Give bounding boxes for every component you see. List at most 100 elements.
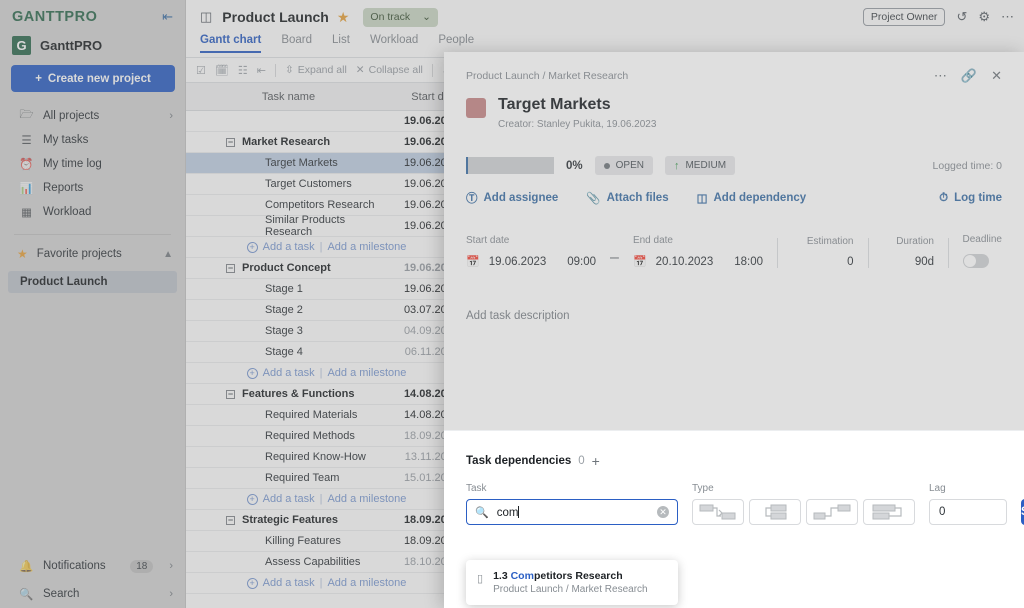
- column-header-task-name[interactable]: Task name: [186, 91, 391, 103]
- dependency-lag-input[interactable]: 0: [929, 499, 1007, 525]
- add-task-icon[interactable]: 🗓: [215, 64, 229, 77]
- tab-people[interactable]: People: [438, 34, 474, 51]
- progress-bar[interactable]: [466, 157, 554, 174]
- sidebar-bottom: 🔔 Notifications 18 › 🔍 Search ›: [0, 552, 185, 608]
- log-time-label: Log time: [954, 192, 1002, 204]
- estimation-field[interactable]: Estimation 0: [792, 236, 854, 268]
- log-time-button[interactable]: ⏱ Log time: [939, 192, 1002, 205]
- breadcrumb[interactable]: Product Launch / Market Research: [466, 70, 628, 82]
- account-switcher[interactable]: G GanttPRO: [0, 34, 185, 65]
- account-logo-icon: G: [12, 36, 31, 55]
- tab-list[interactable]: List: [332, 34, 350, 51]
- sidebar-item-all-projects[interactable]: 🗁 All projects ›: [0, 104, 185, 128]
- status-badge[interactable]: OPEN: [594, 156, 653, 175]
- add-dependency-plus-icon[interactable]: +: [592, 453, 600, 469]
- favorite-projects-section[interactable]: ★ Favorite projects ▲: [0, 243, 185, 265]
- subtask-icon[interactable]: ☷: [238, 64, 248, 77]
- project-status-dropdown[interactable]: On track ⌄: [363, 7, 438, 27]
- task-name-label: Product Concept: [242, 262, 331, 274]
- add-a-task-link[interactable]: Add a task: [263, 577, 315, 589]
- sidebar-item-search[interactable]: 🔍 Search ›: [0, 580, 185, 608]
- sidebar-item-label: Workload: [43, 206, 92, 218]
- task-name-cell: Required Methods: [186, 430, 391, 442]
- suggestion-path: Product Launch / Market Research: [493, 584, 648, 595]
- create-new-project-button[interactable]: + Create new project: [11, 65, 175, 92]
- add-a-milestone-link[interactable]: Add a milestone: [327, 367, 406, 379]
- dependency-type-finish-to-start[interactable]: [692, 499, 744, 525]
- collapse-toggle-icon[interactable]: −: [226, 515, 235, 525]
- indent-icon[interactable]: ⇤: [257, 64, 266, 77]
- add-a-task-link[interactable]: Add a task: [263, 241, 315, 253]
- dependency-type-start-to-start[interactable]: [749, 499, 801, 525]
- collapse-panel-icon[interactable]: ⇤: [162, 9, 173, 25]
- expand-all-button[interactable]: ⇳ Expand all: [285, 64, 347, 76]
- attach-files-button[interactable]: 📎 Attach files: [586, 191, 668, 205]
- add-assignee-button[interactable]: Ⓣ Add assignee: [466, 190, 558, 206]
- paperclip-icon: 📎: [586, 193, 601, 205]
- task-color-swatch[interactable]: [466, 98, 486, 118]
- duration-value: 90d: [914, 256, 934, 268]
- checkbox-icon[interactable]: ☑: [196, 64, 206, 77]
- collapse-toggle-icon[interactable]: −: [226, 389, 235, 399]
- collapse-toggle-icon[interactable]: −: [226, 263, 235, 273]
- favorite-star-icon[interactable]: ★: [337, 9, 350, 26]
- add-a-milestone-link[interactable]: Add a milestone: [327, 241, 406, 253]
- sidebar-item-my-time-log[interactable]: ⏰ My time log: [0, 152, 185, 176]
- dependency-icon: ◫: [696, 193, 708, 205]
- clear-search-icon[interactable]: ✕: [657, 506, 669, 518]
- dependency-type-finish-to-finish[interactable]: [863, 499, 915, 525]
- add-task-row[interactable]: + Add a task | Add a milestone: [186, 489, 467, 510]
- history-icon[interactable]: ↺: [956, 9, 967, 25]
- sidebar-item-my-tasks[interactable]: ☰ My tasks: [0, 128, 185, 152]
- collapse-toggle-icon[interactable]: −: [226, 137, 235, 147]
- start-date-label: Start date: [466, 235, 510, 246]
- chevron-right-icon: ›: [169, 110, 173, 122]
- priority-badge[interactable]: ↑ MEDIUM: [664, 156, 736, 175]
- deadline-toggle[interactable]: [962, 254, 989, 268]
- task-description-placeholder[interactable]: Add task description: [444, 310, 1024, 322]
- add-a-task-link[interactable]: Add a task: [263, 493, 315, 505]
- add-task-row[interactable]: + Add a task | Add a milestone: [186, 237, 467, 258]
- add-a-milestone-link[interactable]: Add a milestone: [327, 577, 406, 589]
- plus-circle-icon: +: [246, 493, 258, 505]
- end-date-field[interactable]: End date 📅 20.10.2023 18:00: [633, 235, 763, 268]
- sidebar-project-product-launch[interactable]: Product Launch: [8, 271, 177, 293]
- account-name: GanttPRO: [40, 38, 103, 53]
- more-options-icon[interactable]: ⋯: [934, 68, 947, 84]
- dependencies-header: Task dependencies 0 +: [466, 453, 1002, 469]
- sidebar-item-notifications[interactable]: 🔔 Notifications 18 ›: [0, 552, 185, 580]
- tab-board[interactable]: Board: [281, 34, 312, 51]
- copy-link-icon[interactable]: 🔗: [961, 68, 977, 84]
- suggestion-item[interactable]: ▯ 1.3 Competitors Research Product Launc…: [466, 567, 678, 598]
- task-details-panel: Product Launch / Market Research ⋯ 🔗 ✕ T…: [444, 52, 1024, 608]
- tab-workload[interactable]: Workload: [370, 34, 418, 51]
- chevron-right-icon: ›: [169, 560, 173, 572]
- tab-gantt-chart[interactable]: Gantt chart: [200, 34, 262, 53]
- start-date-field[interactable]: Start date 📅 19.06.2023 09:00: [466, 235, 596, 268]
- task-actions-row: Ⓣ Add assignee 📎 Attach files ◫ Add depe…: [444, 190, 1024, 206]
- clock-icon: ⏱: [939, 191, 949, 204]
- gear-icon[interactable]: ⚙: [978, 9, 990, 25]
- start-to-finish-icon: [813, 504, 851, 520]
- task-name-label: Market Research: [242, 136, 331, 148]
- task-name-label: Required Know-How: [265, 451, 366, 463]
- project-owner-pill[interactable]: Project Owner: [862, 8, 946, 26]
- dependency-task-search-input[interactable]: 🔍 com ✕: [466, 499, 678, 525]
- task-title[interactable]: Target Markets: [498, 96, 656, 114]
- add-a-task-link[interactable]: Add a task: [263, 367, 315, 379]
- sidebar-item-workload[interactable]: ▦ Workload: [0, 200, 185, 224]
- sidebar-item-reports[interactable]: 📊 Reports: [0, 176, 185, 200]
- dependency-type-start-to-finish[interactable]: [806, 499, 858, 525]
- dependency-type-options: [692, 499, 915, 525]
- task-name-cell: Assess Capabilities: [186, 556, 391, 568]
- duration-field[interactable]: Duration 90d: [882, 236, 934, 268]
- field-divider: [867, 238, 868, 268]
- add-task-row[interactable]: + Add a task | Add a milestone: [186, 573, 467, 594]
- add-dependency-button[interactable]: ◫ Add dependency: [697, 191, 807, 205]
- add-a-milestone-link[interactable]: Add a milestone: [327, 493, 406, 505]
- task-bar-icon: ▯: [477, 573, 484, 585]
- more-options-icon[interactable]: ⋯: [1001, 9, 1014, 25]
- close-icon[interactable]: ✕: [991, 68, 1002, 84]
- collapse-all-button[interactable]: ✕ Collapse all: [356, 64, 423, 76]
- add-task-row[interactable]: + Add a task | Add a milestone: [186, 363, 467, 384]
